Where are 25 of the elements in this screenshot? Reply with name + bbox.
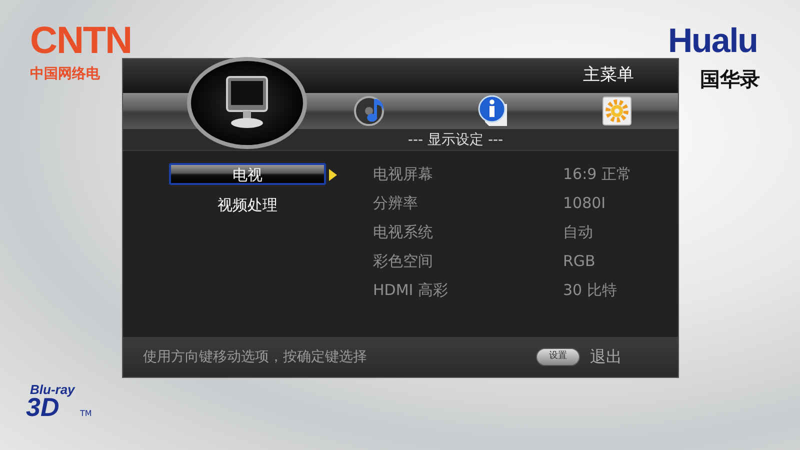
setting-label: 彩色空间 xyxy=(373,251,434,272)
setting-label: 电视系统 xyxy=(373,222,434,243)
setting-value[interactable]: 1080I xyxy=(563,192,606,214)
logo-wordmark: Blu-ray xyxy=(30,383,75,396)
logo-wordmark: 3D xyxy=(26,394,60,420)
logo-caption: 国华录 xyxy=(700,66,760,93)
logo-caption: 中国网络电 xyxy=(30,65,100,84)
menu-title: 主菜单 xyxy=(583,64,634,88)
setting-label: 电视屏幕 xyxy=(373,164,434,185)
setting-label: HDMI 高彩 xyxy=(373,280,449,301)
selection-arrow-icon xyxy=(329,169,337,181)
setting-value[interactable]: RGB xyxy=(563,250,596,272)
gear-document-icon[interactable] xyxy=(600,94,634,128)
setting-value[interactable]: 30 比特 xyxy=(563,279,617,301)
logo-wordmark: Hualu xyxy=(668,24,758,58)
trademark-mark: TM xyxy=(80,408,92,420)
setting-value[interactable]: 自动 xyxy=(563,221,593,243)
menu-item[interactable]: 视频处理 xyxy=(169,193,326,215)
setting-value[interactable]: 16:9 正常 xyxy=(563,163,632,185)
settings-key-button[interactable]: 设置 xyxy=(536,348,580,366)
logo-wordmark: CNTN xyxy=(30,22,132,60)
section-title: --- 显示设定 --- xyxy=(408,132,504,148)
hint-text: 使用方向键移动选项，按确定键选择 xyxy=(143,348,367,366)
exit-label: 退出 xyxy=(590,346,622,368)
setting-label: 分辨率 xyxy=(373,193,419,214)
